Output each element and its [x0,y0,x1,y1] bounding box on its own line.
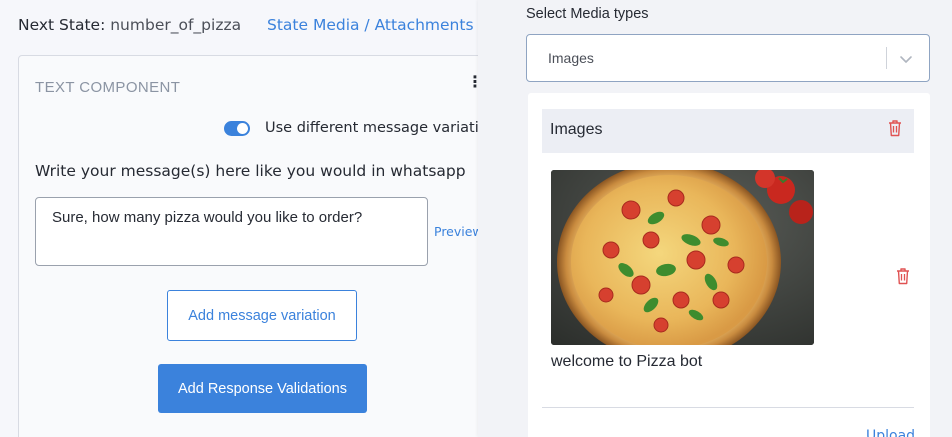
message-variation-toggle[interactable] [224,121,250,136]
state-editor-panel: Next State: number_of_pizza State Media … [0,0,478,437]
message-instructions: Write your message(s) here like you woul… [35,162,466,180]
images-section-header: Images [542,109,914,153]
select-separator [886,47,887,69]
media-drawer: Select Media types Images Images welcome… [478,0,952,437]
next-state: Next State: number_of_pizza [18,16,241,34]
state-media-link[interactable]: State Media / Attachments [267,16,474,34]
media-type-selected-value: Images [548,50,594,66]
preview-link[interactable]: Preview [434,224,478,239]
next-state-value: number_of_pizza [110,16,242,34]
trash-icon[interactable] [887,119,903,137]
trash-icon[interactable] [895,267,911,285]
message-variation-label: Use different message variation [265,120,478,136]
media-type-select[interactable]: Images [526,34,930,82]
add-message-variation-button[interactable]: Add message variation [167,290,357,341]
chevron-down-icon[interactable] [898,51,914,67]
pizza-image [551,170,814,345]
toggle-knob [237,123,248,134]
upload-link[interactable]: Upload [866,428,915,437]
more-options-icon[interactable]: ⋮ [467,72,478,91]
message-textarea[interactable]: Sure, how many pizza would you like to o… [35,197,428,266]
text-component-card: TEXT COMPONENT ⋮ Use different message v… [18,55,478,437]
media-types-label: Select Media types [526,6,649,22]
images-section-title: Images [550,121,603,138]
component-title: TEXT COMPONENT [35,79,181,96]
media-list-card: Images welcome to Pizza bot Upload [528,93,930,437]
divider [542,407,914,408]
image-caption: welcome to Pizza bot [551,353,703,370]
next-state-label: Next State: [18,16,106,34]
add-response-validations-button[interactable]: Add Response Validations [158,364,367,413]
